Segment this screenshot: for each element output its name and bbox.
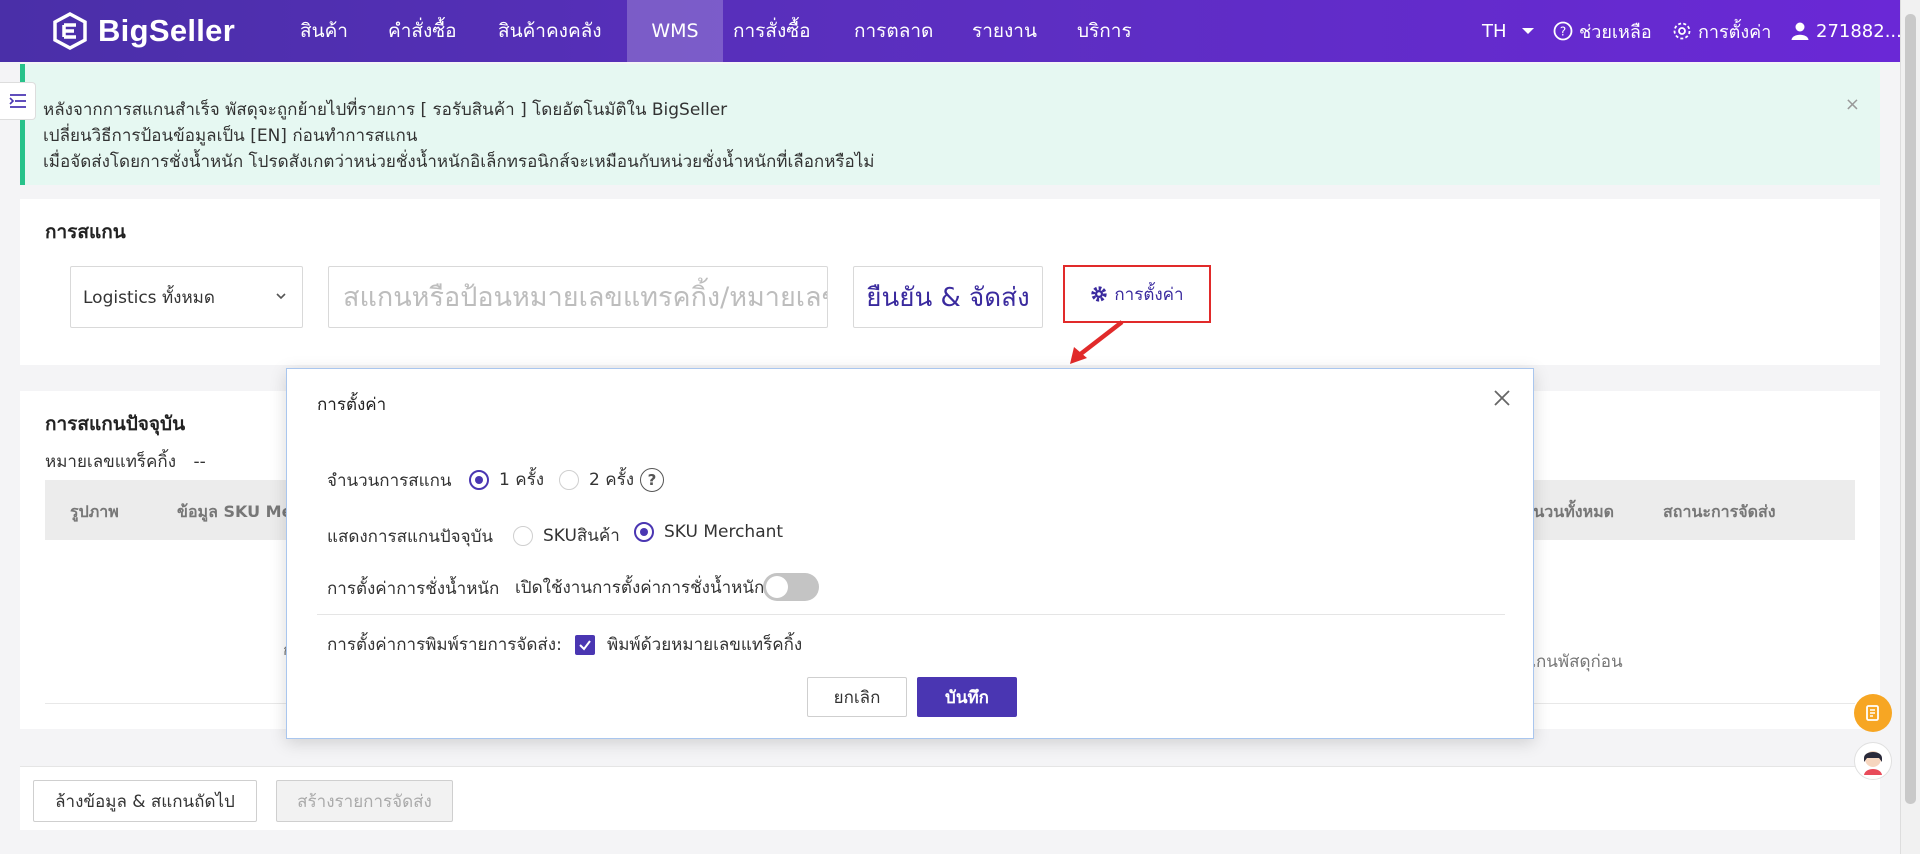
annotation-arrow-icon xyxy=(1070,320,1124,364)
radio-unselected-icon xyxy=(513,525,533,546)
radio-selected-icon xyxy=(469,469,489,490)
alert-line-1: หลังจากการสแกนสำเร็จ พัสดุจะถูกย้ายไปที่… xyxy=(43,100,728,120)
column-shipping-status: สถานะการจัดส่ง xyxy=(1663,502,1776,521)
user-id: 271882... xyxy=(1816,20,1902,42)
page-scrollbar[interactable] xyxy=(1900,0,1920,854)
alert-line-2: เปลี่ยนวิธีการป้อนข้อมูลเป็น [EN] ก่อนทำ… xyxy=(43,126,418,146)
nav-item-purchase[interactable]: การสั่งซื้อ xyxy=(713,0,831,62)
scan-section-title: การสแกน xyxy=(45,221,126,243)
menu-collapse-icon xyxy=(8,94,26,108)
bottom-action-bar: ล้างข้อมูล & สแกนถัดไป สร้างรายการจัดส่ง xyxy=(20,766,1880,830)
scan-settings-button[interactable]: การตั้งค่า xyxy=(1063,265,1211,323)
nav-item-inventory[interactable]: สินค้าคงคลัง xyxy=(478,0,622,62)
radio-unselected-icon xyxy=(559,469,579,490)
display-option-sku-merchant-label: SKU Merchant xyxy=(664,522,784,542)
weight-toggle-text: เปิดใช้งานการตั้งค่าการชั่งน้ำหนัก xyxy=(515,578,765,598)
scan-count-option-1[interactable]: 1 ครั้ง xyxy=(469,466,544,493)
tracking-number-label: หมายเลขแทร็คกิ้ง xyxy=(45,452,177,472)
brand-name: BigSeller xyxy=(98,13,236,48)
logistics-select[interactable]: Logistics ทั้งหมด xyxy=(70,266,303,328)
sidebar-toggle[interactable] xyxy=(0,82,36,120)
print-with-tracking-checkbox[interactable]: พิมพ์ด้วยหมายเลขแทร็คกิ้ง xyxy=(575,631,802,658)
alert-line-3: เมื่อจัดส่งโดยการชั่งน้ำหนัก โปรดสังเกตว… xyxy=(43,152,875,172)
create-shipping-list-button[interactable]: สร้างรายการจัดส่ง xyxy=(276,780,453,822)
tracking-scan-input[interactable] xyxy=(328,266,828,328)
help-link[interactable]: ? ช่วยเหลือ xyxy=(1553,0,1652,62)
weight-toggle-switch[interactable] xyxy=(763,573,819,601)
display-label: แสดงการสแกนปัจจุบัน xyxy=(327,527,494,547)
tracking-number-row: หมายเลขแทร็คกิ้ง -- xyxy=(45,448,206,475)
help-label: ช่วยเหลือ xyxy=(1579,21,1652,43)
note-icon xyxy=(1866,705,1879,721)
logistics-select-value: Logistics ทั้งหมด xyxy=(83,287,215,308)
chevron-down-icon xyxy=(276,293,286,300)
bigseller-logo-icon xyxy=(53,12,87,50)
support-avatar-button[interactable] xyxy=(1854,742,1892,780)
tracking-number-value: -- xyxy=(193,452,206,472)
scan-count-label: จำนวนการสแกน xyxy=(327,471,452,491)
cancel-button[interactable]: ยกเลิก xyxy=(807,677,907,717)
info-alert: หลังจากการสแกนสำเร็จ พัสดุจะถูกย้ายไปที่… xyxy=(20,64,1880,185)
help-circle-icon[interactable]: ? xyxy=(640,467,665,492)
scan-count-option-2[interactable]: 2 ครั้ง ? xyxy=(559,466,665,493)
clear-and-next-button[interactable]: ล้างข้อมูล & สแกนถัดไป xyxy=(33,780,257,822)
radio-selected-icon xyxy=(634,522,654,542)
help-icon: ? xyxy=(1553,21,1573,41)
settings-label: การตั้งค่า xyxy=(1698,21,1772,43)
settings-modal: การตั้งค่า จำนวนการสแกน 1 ครั้ง 2 ครั้ง … xyxy=(286,368,1534,739)
caret-down-icon xyxy=(1521,28,1534,34)
nav-item-marketing[interactable]: การตลาด xyxy=(834,0,953,62)
nav-item-services[interactable]: บริการ xyxy=(1057,0,1152,62)
gear-icon xyxy=(1673,22,1691,40)
top-navbar: BigSeller สินค้า คำสั่งซื้อ สินค้าคงคลัง… xyxy=(0,0,1902,62)
nav-item-products[interactable]: สินค้า xyxy=(280,0,368,62)
bigseller-logo[interactable]: BigSeller xyxy=(50,10,235,52)
alert-close-icon[interactable]: × xyxy=(1845,94,1860,115)
nav-item-wms[interactable]: WMS xyxy=(627,0,723,62)
print-settings-label: การตั้งค่าการพิมพ์รายการจัดส่ง: xyxy=(327,635,562,655)
user-icon xyxy=(1791,22,1809,40)
checkbox-checked-icon xyxy=(575,634,595,655)
support-agent-icon xyxy=(1864,751,1882,775)
user-menu[interactable]: 271882... xyxy=(1790,0,1902,62)
notes-float-button[interactable] xyxy=(1854,694,1892,732)
scan-count-option-2-label: 2 ครั้ง xyxy=(589,470,635,490)
modal-title: การตั้งค่า xyxy=(317,395,387,415)
print-with-tracking-label: พิมพ์ด้วยหมายเลขแทร็คกิ้ง xyxy=(607,635,803,655)
current-scan-title: การสแกนปัจจุบัน xyxy=(45,413,186,435)
close-icon[interactable] xyxy=(1493,389,1511,407)
scan-count-option-1-label: 1 ครั้ง xyxy=(499,470,545,490)
display-option-product-sku-label: SKUสินค้า xyxy=(543,526,620,546)
settings-link[interactable]: การตั้งค่า xyxy=(1672,0,1771,62)
gear-icon xyxy=(1091,286,1108,302)
svg-text:?: ? xyxy=(1560,25,1566,39)
scan-settings-label: การตั้งค่า xyxy=(1114,284,1184,305)
scrollbar-thumb[interactable] xyxy=(1905,14,1916,804)
display-option-product-sku[interactable]: SKUสินค้า xyxy=(513,522,620,549)
language-label: TH xyxy=(1482,20,1507,42)
modal-divider xyxy=(317,614,1505,615)
save-button[interactable]: บันทึก xyxy=(917,677,1017,717)
display-option-sku-merchant[interactable]: SKU Merchant xyxy=(634,522,783,542)
language-selector[interactable]: TH xyxy=(1482,0,1541,62)
nav-item-reports[interactable]: รายงาน xyxy=(952,0,1057,62)
column-image: รูปภาพ xyxy=(70,502,119,521)
confirm-ship-button[interactable]: ยืนยัน & จัดส่ง xyxy=(853,266,1043,328)
empty-scan-hint: แกนพัสดุก่อน xyxy=(1525,652,1623,672)
nav-item-orders[interactable]: คำสั่งซื้อ xyxy=(368,0,477,62)
weight-settings-label: การตั้งค่าการชั่งน้ำหนัก xyxy=(327,579,500,599)
